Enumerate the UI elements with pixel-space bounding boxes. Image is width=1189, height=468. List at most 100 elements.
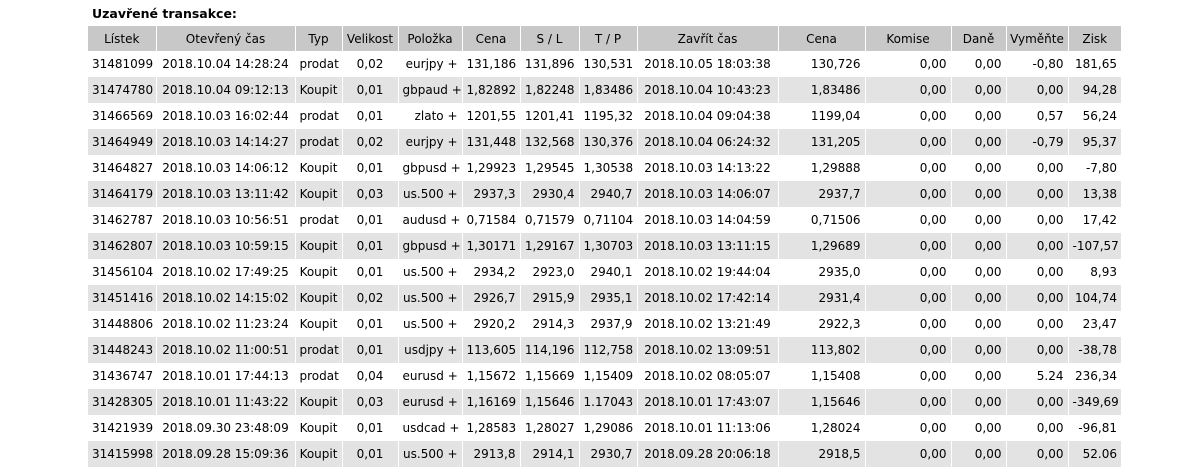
commission-cell: 0,00 xyxy=(865,311,952,337)
type-cell: Koupit xyxy=(295,415,343,441)
close-price-cell: 2922,3 xyxy=(778,311,866,337)
item-cell: gbpusd + xyxy=(398,155,463,181)
size-cell: 0,01 xyxy=(342,77,399,103)
profit-cell: -349,69 xyxy=(1068,389,1121,415)
taxes-cell: 0,00 xyxy=(951,77,1007,103)
table-row: 31474780 2018.10.04 09:12:13 Koupit 0,01 gbp… xyxy=(88,77,1121,103)
profit-cell: 236,34 xyxy=(1068,363,1121,389)
ticket-cell: 31451416 xyxy=(88,285,157,311)
open-price-cell: 1,30171 xyxy=(462,233,521,259)
type-cell: Koupit xyxy=(295,441,343,467)
swap-cell: 0,00 xyxy=(1006,337,1069,363)
close-time-cell: 2018.10.02 13:21:49 xyxy=(637,311,779,337)
stop-loss-cell: 1,28027 xyxy=(520,415,580,441)
type-cell: Koupit xyxy=(295,389,343,415)
taxes-cell: 0,00 xyxy=(951,441,1007,467)
type-cell: Koupit xyxy=(295,259,343,285)
ticket-cell: 31474780 xyxy=(88,77,157,103)
item-cell: usdjpy + xyxy=(398,337,463,363)
profit-cell: 94,28 xyxy=(1068,77,1121,103)
open-price-cell: 131,448 xyxy=(462,129,521,155)
size-cell: 0,02 xyxy=(342,51,399,77)
item-cell: eurusd + xyxy=(398,363,463,389)
type-cell: prodat xyxy=(295,337,343,363)
profit-cell: 181,65 xyxy=(1068,51,1121,77)
close-time-cell: 2018.10.04 09:04:38 xyxy=(637,103,779,129)
profit-cell: 13,38 xyxy=(1068,181,1121,207)
profit-cell: 17,42 xyxy=(1068,207,1121,233)
close-time-cell: 2018.10.03 13:11:15 xyxy=(637,233,779,259)
close-price-cell: 2935,0 xyxy=(778,259,866,285)
take-profit-cell: 0,71104 xyxy=(579,207,638,233)
commission-cell: 0,00 xyxy=(865,415,952,441)
size-cell: 0,01 xyxy=(342,259,399,285)
item-cell: eurjpy + xyxy=(398,129,463,155)
stop-loss-cell: 1,82248 xyxy=(520,77,580,103)
taxes-cell: 0,00 xyxy=(951,363,1007,389)
ticket-cell: 31466569 xyxy=(88,103,157,129)
column-header-size: Velikost xyxy=(342,26,399,51)
take-profit-cell: 1,29086 xyxy=(579,415,638,441)
commission-cell: 0,00 xyxy=(865,103,952,129)
profit-cell: 8,93 xyxy=(1068,259,1121,285)
item-cell: us.500 + xyxy=(398,285,463,311)
taxes-cell: 0,00 xyxy=(951,285,1007,311)
stop-loss-cell: 1,15669 xyxy=(520,363,580,389)
close-time-cell: 2018.10.04 10:43:23 xyxy=(637,77,779,103)
size-cell: 0,01 xyxy=(342,207,399,233)
taxes-cell: 0,00 xyxy=(951,233,1007,259)
swap-cell: 0,57 xyxy=(1006,103,1069,129)
close-price-cell: 1,29888 xyxy=(778,155,866,181)
close-time-cell: 2018.10.05 18:03:38 xyxy=(637,51,779,77)
close-price-cell: 1,83486 xyxy=(778,77,866,103)
table-row: 31464179 2018.10.03 13:11:42 Koupit 0,03 us.… xyxy=(88,181,1121,207)
commission-cell: 0,00 xyxy=(865,233,952,259)
profit-cell: -96,81 xyxy=(1068,415,1121,441)
close-time-cell: 2018.10.02 17:42:14 xyxy=(637,285,779,311)
close-time-cell: 2018.10.01 17:43:07 xyxy=(637,389,779,415)
open-price-cell: 1,82892 xyxy=(462,77,521,103)
type-cell: Koupit xyxy=(295,77,343,103)
open-time-cell: 2018.10.03 14:06:12 xyxy=(156,155,296,181)
profit-cell: 95,37 xyxy=(1068,129,1121,155)
open-time-cell: 2018.10.02 11:00:51 xyxy=(156,337,296,363)
commission-cell: 0,00 xyxy=(865,337,952,363)
commission-cell: 0,00 xyxy=(865,441,952,467)
column-header-take-profit: T / P xyxy=(579,26,638,51)
item-cell: audusd + xyxy=(398,207,463,233)
commission-cell: 0,00 xyxy=(865,181,952,207)
ticket-cell: 31428305 xyxy=(88,389,157,415)
ticket-cell: 31462807 xyxy=(88,233,157,259)
take-profit-cell: 1,15409 xyxy=(579,363,638,389)
open-price-cell: 1,16169 xyxy=(462,389,521,415)
column-header-open-price: Cena xyxy=(462,26,521,51)
taxes-cell: 0,00 xyxy=(951,207,1007,233)
section-title: Uzavřené transakce: xyxy=(92,6,237,21)
column-header-close-time: Zavřít čas xyxy=(637,26,779,51)
open-price-cell: 1,28583 xyxy=(462,415,521,441)
take-profit-cell: 2935,1 xyxy=(579,285,638,311)
stop-loss-cell: 2914,3 xyxy=(520,311,580,337)
close-price-cell: 2918,5 xyxy=(778,441,866,467)
open-time-cell: 2018.10.01 17:44:13 xyxy=(156,363,296,389)
take-profit-cell: 1195,32 xyxy=(579,103,638,129)
stop-loss-cell: 2914,1 xyxy=(520,441,580,467)
take-profit-cell: 2930,7 xyxy=(579,441,638,467)
take-profit-cell: 1,30538 xyxy=(579,155,638,181)
close-time-cell: 2018.10.03 14:04:59 xyxy=(637,207,779,233)
close-time-cell: 2018.10.03 14:13:22 xyxy=(637,155,779,181)
close-price-cell: 1,28024 xyxy=(778,415,866,441)
open-price-cell: 113,605 xyxy=(462,337,521,363)
profit-cell: 52.06 xyxy=(1068,441,1121,467)
close-time-cell: 2018.10.02 08:05:07 xyxy=(637,363,779,389)
swap-cell: 0,00 xyxy=(1006,311,1069,337)
size-cell: 0,02 xyxy=(342,129,399,155)
commission-cell: 0,00 xyxy=(865,51,952,77)
open-time-cell: 2018.10.03 10:59:15 xyxy=(156,233,296,259)
commission-cell: 0,00 xyxy=(865,259,952,285)
close-price-cell: 2937,7 xyxy=(778,181,866,207)
header-row: Lístek Otevřený čas Typ Velikost Položka… xyxy=(88,26,1121,51)
stop-loss-cell: 2930,4 xyxy=(520,181,580,207)
taxes-cell: 0,00 xyxy=(951,259,1007,285)
size-cell: 0,03 xyxy=(342,389,399,415)
